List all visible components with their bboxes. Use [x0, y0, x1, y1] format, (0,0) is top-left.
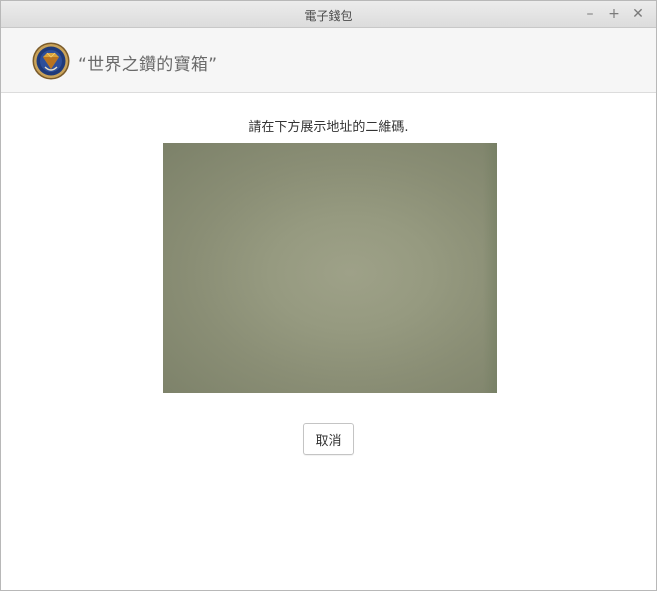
cancel-button[interactable]: 取消 — [303, 423, 354, 455]
title-bar[interactable]: 電子錢包 – + ✕ — [1, 1, 656, 28]
camera-preview — [163, 143, 497, 393]
diamond-emblem-icon — [32, 42, 70, 80]
close-button[interactable]: ✕ — [628, 4, 648, 24]
minimize-button[interactable]: – — [580, 4, 600, 24]
maximize-button[interactable]: + — [604, 4, 624, 24]
wallet-name: “世界之鑽的寶箱” — [78, 55, 218, 75]
wallet-header: “世界之鑽的寶箱” — [1, 28, 656, 93]
camera-shading — [483, 143, 497, 393]
qr-instruction: 請在下方展示地址的二維碼. — [248, 120, 409, 135]
window-title: 電子錢包 — [304, 9, 353, 23]
app-window: 電子錢包 – + ✕ “世界之鑽的寶箱” 請在下方展示地址的二維碼. 取消 — [0, 0, 657, 591]
window-controls: – + ✕ — [580, 4, 648, 24]
